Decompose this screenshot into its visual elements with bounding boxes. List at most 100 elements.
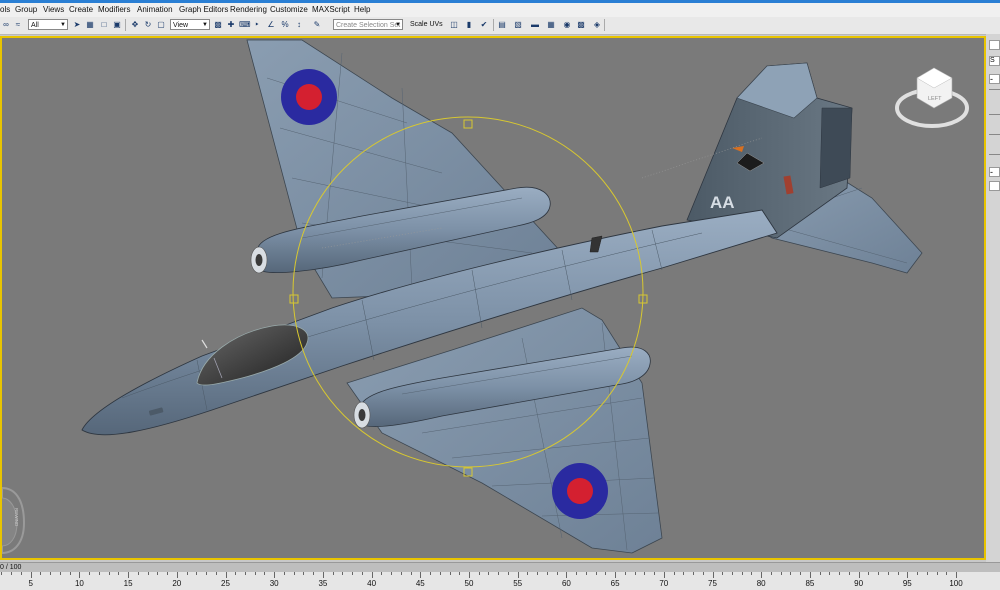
ruler-label: 80 <box>756 579 766 588</box>
edit-named-selection-icon[interactable]: ✎ <box>312 20 322 30</box>
align-icon[interactable]: ▮ <box>464 20 474 30</box>
ruler-label: 50 <box>464 579 474 588</box>
select-and-scale-icon[interactable]: ▢ <box>156 20 166 30</box>
menu-maxscript[interactable]: MAXScript <box>312 5 350 14</box>
percent-snap-icon[interactable]: % <box>280 20 290 30</box>
menu-modifiers[interactable]: Modifiers <box>98 5 130 14</box>
selection-filter-dropdown[interactable]: All ▼ <box>28 19 68 30</box>
menu-customize[interactable]: Customize <box>270 5 308 14</box>
ruler-tick <box>780 572 782 575</box>
ruler-tick <box>69 572 71 575</box>
panel-search-field[interactable]: S <box>989 56 1000 66</box>
menu-rendering[interactable]: Rendering <box>230 5 267 14</box>
viewcube-label: LEFT <box>928 96 942 102</box>
link-icon[interactable]: ∞ <box>1 20 11 30</box>
ruler-tick <box>391 572 393 575</box>
ruler-tick <box>673 572 675 575</box>
gizmo-handle-top[interactable] <box>463 119 473 129</box>
angle-snap-icon[interactable]: ∠ <box>266 20 276 30</box>
perspective-viewport[interactable]: AA LEFT REWIND <box>0 36 986 560</box>
ruler-tick <box>498 572 500 575</box>
menu-graph-editors[interactable]: Graph Editors <box>179 5 228 14</box>
panel-create-tab[interactable] <box>989 40 1000 50</box>
graphite-tools-icon[interactable]: ▧ <box>513 20 523 30</box>
chevron-down-icon: ▼ <box>395 22 401 28</box>
ruler-tick <box>128 572 130 578</box>
select-and-rotate-icon[interactable]: ↻ <box>143 20 153 30</box>
ruler-tick <box>770 572 772 575</box>
ruler-label: 70 <box>659 579 669 588</box>
ruler-tick <box>634 572 636 575</box>
viewcube[interactable]: LEFT <box>895 67 969 128</box>
ruler-tick <box>20 572 22 575</box>
select-and-move-icon[interactable]: ✥ <box>130 20 140 30</box>
menu-views[interactable]: Views <box>43 5 64 14</box>
track-bar[interactable]: 5 10 15 20 25 30 35 40 45 50 55 60 65 70 75 80 85 90 95 100 <box>0 572 1000 590</box>
ruler-tick <box>352 572 354 575</box>
ruler-tick <box>839 572 841 575</box>
collapse-icon[interactable]: - <box>989 167 1000 177</box>
ruler-tick <box>868 572 870 575</box>
ruler-label: 45 <box>415 579 425 588</box>
ruler-tick <box>59 572 61 575</box>
menu-animation[interactable]: Animation <box>137 5 173 14</box>
ruler-tick <box>663 572 665 578</box>
ruler-tick <box>449 572 451 575</box>
ruler-tick <box>858 572 860 578</box>
ruler-tick <box>731 572 733 575</box>
bind-space-warp-icon[interactable]: ≈ <box>13 20 23 30</box>
layer-manager-icon[interactable]: ▤ <box>497 20 507 30</box>
ruler-tick <box>176 572 178 578</box>
gizmo-handle-left[interactable] <box>289 294 299 304</box>
material-editor-icon[interactable]: ◉ <box>562 20 572 30</box>
collapse-icon[interactable]: - <box>989 74 1000 84</box>
command-panel: S - - <box>986 34 1000 562</box>
panel-input-field[interactable] <box>989 181 1000 191</box>
scale-uvs-button[interactable]: Scale UVs <box>410 21 443 28</box>
ruler-tick <box>254 572 256 575</box>
select-by-name-icon[interactable]: ▦ <box>85 20 95 30</box>
ruler-tick <box>469 572 470 578</box>
select-manipulate-icon[interactable]: ✚ <box>226 20 236 30</box>
ruler-tick <box>712 572 714 578</box>
rectangular-selection-icon[interactable]: □ <box>99 20 109 30</box>
reference-coordinate-dropdown[interactable]: View ▼ <box>170 19 210 30</box>
ruler-tick <box>225 572 227 578</box>
ruler-label: 85 <box>805 579 815 588</box>
ruler-tick <box>829 572 831 575</box>
ruler-tick <box>809 572 811 578</box>
ruler-tick <box>907 572 909 578</box>
ruler-tick <box>556 572 558 575</box>
render-setup-icon[interactable]: ▩ <box>576 20 586 30</box>
render-frame-icon[interactable]: ◈ <box>592 20 602 30</box>
select-object-icon[interactable]: ➤ <box>72 20 82 30</box>
mirror-icon[interactable]: ◫ <box>449 20 459 30</box>
menu-tools[interactable]: ols <box>0 5 10 14</box>
menu-group[interactable]: Group <box>15 5 37 14</box>
named-selection-set-dropdown[interactable]: Create Selection Set ▼ <box>333 19 403 30</box>
ruler-label: 25 <box>221 579 230 588</box>
snaps-toggle-icon[interactable]: ‣ <box>252 20 262 30</box>
ruler-tick <box>956 572 957 578</box>
menu-help[interactable]: Help <box>354 5 370 14</box>
ruler-label: 30 <box>269 579 279 588</box>
ruler-tick <box>507 572 509 575</box>
navigation-wheel[interactable]: REWIND <box>2 486 26 555</box>
window-crossing-icon[interactable]: ▣ <box>112 20 122 30</box>
ruler-tick <box>595 572 597 575</box>
spinner-snap-icon[interactable]: ↕ <box>294 20 304 30</box>
ruler-tick <box>420 572 422 578</box>
pivot-center-icon[interactable]: ▩ <box>213 20 223 30</box>
ruler-tick <box>264 572 266 575</box>
ruler-tick <box>361 572 363 575</box>
menu-create[interactable]: Create <box>69 5 93 14</box>
ruler-tick <box>936 572 938 575</box>
keyboard-shortcut-icon[interactable]: ⌨ <box>239 20 251 30</box>
ruler-tick <box>722 572 724 575</box>
main-toolbar: ∞ ≈ All ▼ ➤ ▦ □ ▣ ✥ ↻ ▢ View ▼ ▩ ✚ ⌨ ‣ ∠… <box>0 17 1000 35</box>
normal-align-icon[interactable]: ✔ <box>479 20 489 30</box>
schematic-view-icon[interactable]: ▦ <box>546 20 556 30</box>
ruler-tick <box>848 572 850 575</box>
curve-editor-icon[interactable]: ▬ <box>530 20 540 30</box>
ruler-label: 60 <box>561 579 571 588</box>
